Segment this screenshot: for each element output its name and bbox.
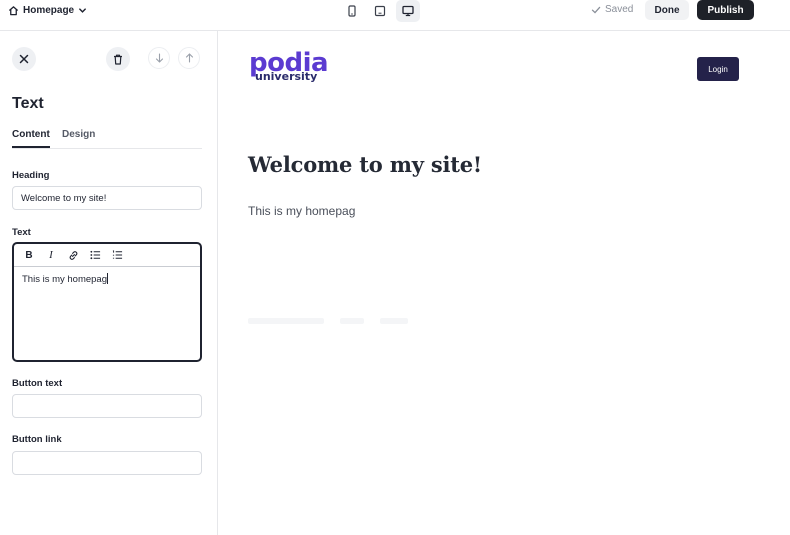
canvas-edge: [765, 31, 790, 535]
numbered-list-button[interactable]: [110, 248, 124, 262]
close-panel-button[interactable]: [12, 47, 36, 71]
top-bar: Homepage Saved Done Publish: [0, 0, 790, 31]
logo-subtitle: university: [255, 70, 318, 83]
bullet-list-icon: [89, 250, 100, 260]
text-editor-value: This is my homepag: [22, 274, 108, 285]
move-down-button[interactable]: [148, 47, 170, 69]
site-preview: podia university Login Welcome to my sit…: [219, 31, 765, 535]
done-button[interactable]: Done: [645, 0, 689, 20]
text-editor-toolbar: B I: [14, 244, 200, 267]
text-caret: [107, 273, 109, 284]
publish-button[interactable]: Publish: [697, 0, 754, 20]
tab-design[interactable]: Design: [62, 129, 95, 148]
heading-label: Heading: [12, 170, 50, 181]
button-link-input[interactable]: [12, 451, 202, 475]
link-icon: [69, 250, 77, 260]
numbered-list-icon: [112, 250, 122, 259]
tablet-icon: [374, 5, 386, 17]
bullet-list-button[interactable]: [88, 248, 102, 262]
chevron-down-icon: [79, 7, 87, 13]
heading-input[interactable]: [12, 186, 202, 210]
button-text-label: Button text: [12, 378, 63, 389]
faint-link-bar: [380, 318, 408, 324]
hero-text[interactable]: This is my homepag: [248, 204, 355, 218]
move-up-button[interactable]: [178, 47, 200, 69]
desktop-icon: [402, 5, 414, 17]
site-logo[interactable]: podia university: [249, 50, 329, 83]
check-icon: [591, 6, 601, 14]
mobile-view-button[interactable]: [340, 0, 364, 22]
button-link-label: Button link: [12, 434, 62, 445]
arrow-up-icon: [185, 53, 193, 63]
page-selector-label: Homepage: [23, 4, 75, 16]
link-button[interactable]: [66, 248, 80, 262]
tablet-view-button[interactable]: [368, 0, 392, 22]
italic-button[interactable]: I: [44, 248, 58, 262]
trash-icon: [114, 54, 122, 65]
desktop-view-button[interactable]: [396, 0, 420, 22]
login-button[interactable]: Login: [697, 57, 739, 81]
save-status-label: Saved: [605, 4, 634, 15]
delete-block-button[interactable]: [106, 47, 130, 71]
page-selector[interactable]: Homepage: [8, 3, 87, 17]
faint-footer-links: [248, 318, 408, 324]
arrow-down-icon: [155, 53, 163, 63]
faint-link-bar: [248, 318, 324, 324]
home-icon: [8, 5, 19, 15]
button-text-input[interactable]: [12, 394, 202, 418]
tab-content[interactable]: Content: [12, 129, 50, 148]
close-icon: [19, 54, 29, 64]
text-label: Text: [12, 227, 31, 238]
hero-heading[interactable]: Welcome to my site!: [248, 152, 482, 177]
editor-panel: Text Content Design Heading Text B I: [0, 31, 218, 535]
mobile-icon: [348, 5, 356, 17]
panel-tabs: Content Design: [12, 129, 202, 149]
faint-link-bar: [340, 318, 364, 324]
text-editor[interactable]: B I This is my homepag: [12, 242, 202, 362]
panel-title: Text: [12, 95, 44, 112]
device-switcher: [340, 0, 420, 22]
save-status: Saved: [591, 4, 633, 15]
bold-button[interactable]: B: [22, 248, 36, 262]
text-editor-content[interactable]: This is my homepag: [14, 267, 200, 291]
